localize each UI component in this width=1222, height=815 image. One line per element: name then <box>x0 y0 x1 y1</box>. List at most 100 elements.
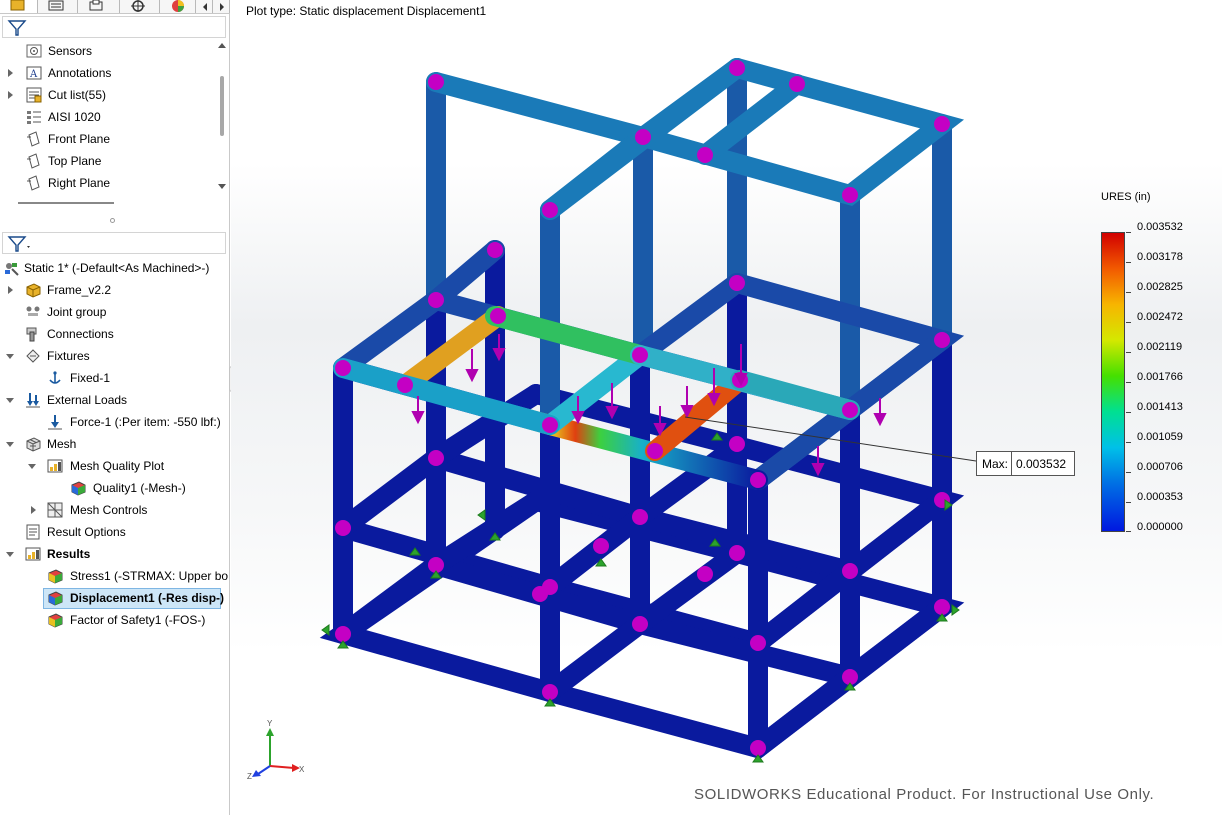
tree-item-label: Factor of Safety1 (-FOS-) <box>70 613 206 627</box>
collapse-arrow-icon[interactable] <box>6 552 14 557</box>
configuration-manager-icon <box>89 0 103 11</box>
result-options-icon <box>26 524 40 540</box>
plot-folder-icon <box>47 459 63 473</box>
expand-arrow-icon[interactable] <box>8 91 13 99</box>
external-loads-icon <box>26 393 40 408</box>
plane-icon <box>27 175 40 191</box>
expand-arrow-icon[interactable] <box>8 69 13 77</box>
tab-scroll-left[interactable] <box>196 0 213 13</box>
tree-item-connections[interactable]: Connections <box>0 324 228 344</box>
tree-item-label: Right Plane <box>48 176 111 190</box>
tree-item-force-1[interactable]: Force-1 (:Per item: -550 lbf:) <box>0 412 228 432</box>
max-value-annotation[interactable]: Max: 0.003532 <box>976 451 1075 476</box>
legend-tick <box>1126 232 1131 233</box>
tree-item-label: Cut list(55) <box>48 88 107 102</box>
collapse-arrow-icon[interactable] <box>6 398 14 403</box>
svg-text:A: A <box>29 69 38 80</box>
tree-item-stress1[interactable]: Stress1 (-STRMAX: Upper bou <box>0 566 228 586</box>
tree-item-front-plane[interactable]: Front Plane <box>0 129 214 149</box>
cut-list-icon <box>26 87 42 103</box>
legend-tick <box>1126 322 1131 323</box>
connections-icon <box>26 327 37 342</box>
triad-x-label: X <box>299 765 305 774</box>
tree-item-mesh-controls[interactable]: Mesh Controls <box>0 500 228 520</box>
tree-item-label: Connections <box>47 327 114 341</box>
tree-item-top-plane[interactable]: Top Plane <box>0 151 214 171</box>
tree-item-label: Force-1 (:Per item: -550 lbf:) <box>70 415 221 429</box>
splitter-grip-icon[interactable] <box>110 218 115 223</box>
legend-tick <box>1126 292 1131 293</box>
legend-value: 0.002119 <box>1137 341 1183 353</box>
legend-value: 0.000706 <box>1137 461 1183 473</box>
tree-item-label: Displacement1 (-Res disp-) <box>70 591 225 605</box>
mesh-controls-icon <box>47 502 63 518</box>
force-icon <box>48 415 62 430</box>
mesh-icon <box>26 437 41 452</box>
feature-manager-panel: Sensors A Annotations Cut list(55) AISI … <box>0 0 230 815</box>
tree-item-label: Frame_v2.2 <box>47 283 112 297</box>
tree-item-mesh[interactable]: Mesh <box>0 434 228 454</box>
frame-model-view[interactable] <box>231 0 1222 815</box>
collapse-arrow-icon[interactable] <box>28 464 36 469</box>
legend-value: 0.003532 <box>1137 221 1183 233</box>
tree-item-result-options[interactable]: Result Options <box>0 522 228 542</box>
tab-property-manager[interactable] <box>38 0 78 13</box>
tab-feature-manager[interactable] <box>0 0 38 13</box>
tree-item-label: Stress1 (-STRMAX: Upper bou <box>70 569 228 583</box>
part-icon <box>26 283 41 298</box>
tree-item-joint-group[interactable]: Joint group <box>0 302 228 322</box>
tree-item-external-loads[interactable]: External Loads <box>0 390 228 410</box>
tree-item-displacement1[interactable]: Displacement1 (-Res disp-) <box>0 588 228 608</box>
tree-item-cut-list[interactable]: Cut list(55) <box>0 85 214 105</box>
filter-icon <box>7 236 30 252</box>
legend-value: 0.002472 <box>1137 311 1183 323</box>
legend-value: 0.001766 <box>1137 371 1183 383</box>
fixed-geometry-icon <box>49 371 61 384</box>
tree-item-part[interactable]: Frame_v2.2 <box>0 280 228 300</box>
legend-tick <box>1126 352 1131 353</box>
tree-item-material[interactable]: AISI 1020 <box>0 107 214 127</box>
expand-arrow-icon[interactable] <box>8 286 13 294</box>
tab-display-manager[interactable] <box>160 0 196 13</box>
chevron-right-icon <box>220 3 224 11</box>
tree-item-sensors[interactable]: Sensors <box>0 41 214 61</box>
tree-filter-bottom[interactable] <box>2 232 226 254</box>
scroll-down-icon[interactable] <box>216 182 228 192</box>
feature-manager-icon <box>10 0 25 11</box>
tree-item-fixed-1[interactable]: Fixed-1 <box>0 368 228 388</box>
color-scale-bar <box>1101 232 1125 532</box>
collapse-arrow-icon[interactable] <box>6 354 14 359</box>
tree-item-factor-of-safety1[interactable]: Factor of Safety1 (-FOS-) <box>0 610 228 630</box>
tree-item-study[interactable]: Static 1* (-Default<As Machined>-) <box>0 258 228 278</box>
tree-item-label: Mesh <box>47 437 77 451</box>
annotation-icon: A <box>26 66 42 80</box>
triad-z-label: Z <box>247 772 252 781</box>
results-folder-icon <box>25 547 41 561</box>
legend-value: 0.000000 <box>1137 521 1183 533</box>
legend-tick <box>1126 531 1131 532</box>
legend-value: 0.001413 <box>1137 401 1183 413</box>
tree-scrollbar[interactable] <box>216 40 228 195</box>
tab-dimxpert-manager[interactable] <box>120 0 160 13</box>
collapse-arrow-icon[interactable] <box>6 442 14 447</box>
scroll-up-icon[interactable] <box>216 40 228 50</box>
tree-item-results[interactable]: Results <box>0 544 228 564</box>
tree-item-mesh-quality-plot[interactable]: Mesh Quality Plot <box>0 456 228 476</box>
legend-tick <box>1126 262 1131 263</box>
graphics-area[interactable]: Plot type: Static displacement Displacem… <box>231 0 1222 815</box>
tab-scroll-right[interactable] <box>213 0 230 13</box>
tab-configuration-manager[interactable] <box>78 0 120 13</box>
legend-value: 0.000353 <box>1137 491 1183 503</box>
tree-item-label: Sensors <box>48 44 93 58</box>
max-label: Max: <box>982 457 1009 471</box>
tree-item-quality1[interactable]: Quality1 (-Mesh-) <box>0 478 228 498</box>
tree-item-right-plane[interactable]: Right Plane <box>0 173 214 193</box>
scrollbar-thumb[interactable] <box>220 76 224 136</box>
tree-item-fixtures[interactable]: Fixtures <box>0 346 228 366</box>
reference-triad: Y X Z <box>247 719 305 781</box>
expand-arrow-icon[interactable] <box>31 506 36 514</box>
displacement-plot-icon <box>48 591 63 606</box>
tree-filter-top[interactable] <box>2 16 226 38</box>
panel-splitter[interactable] <box>0 202 230 223</box>
tree-item-annotations[interactable]: A Annotations <box>0 63 214 83</box>
